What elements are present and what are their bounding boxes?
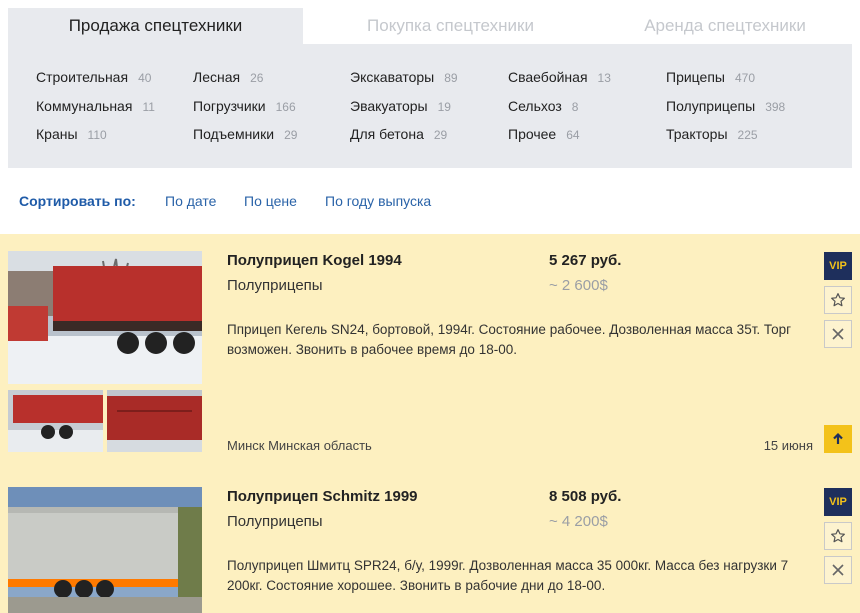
category-link[interactable]: Погрузчики 166 [193, 98, 296, 114]
listing-category: Полуприцепы [227, 277, 323, 294]
listing-description: Полуприцеп Шмитц SPR24, б/у, 1999г. Дозв… [227, 558, 789, 593]
category-count: 11 [142, 100, 155, 114]
listing-main-photo[interactable] [8, 487, 202, 613]
listing-item: Полуприцеп Kogel 1994 Полуприцепы 5 267 … [0, 234, 860, 470]
category-count: 225 [737, 128, 758, 142]
arrow-up-icon [833, 432, 843, 444]
category-name: Экскаваторы [350, 69, 435, 85]
favorite-button[interactable] [824, 286, 852, 314]
category-name: Строительная [36, 69, 129, 85]
tab-rent[interactable]: Аренда спецтехники [598, 8, 852, 44]
listing-price-usd: ~ 2 600$ [549, 277, 608, 294]
sort-label: Сортировать по: [19, 193, 136, 209]
listing-category: Полуприцепы [227, 513, 323, 530]
listing-item: Полуприцеп Schmitz 1999 Полуприцепы 8 50… [0, 470, 860, 613]
star-icon [831, 293, 845, 307]
category-name: Сваебойная [508, 69, 588, 85]
hide-button[interactable] [824, 556, 852, 584]
category-name: Лесная [193, 69, 241, 85]
listing-thumbnail[interactable] [8, 390, 103, 452]
category-link[interactable]: Прочее 64 [508, 126, 580, 142]
hide-button[interactable] [824, 320, 852, 348]
category-link[interactable]: Для бетона 29 [350, 126, 447, 142]
category-count: 166 [275, 100, 296, 114]
raise-button[interactable] [824, 425, 852, 453]
category-name: Подъемники [193, 126, 275, 142]
close-icon [832, 328, 844, 340]
sort-by-price-link[interactable]: По цене [244, 193, 297, 209]
category-count: 89 [444, 71, 458, 85]
sort-by-year-link[interactable]: По году выпуска [325, 193, 431, 209]
vip-badge[interactable]: VIP [824, 252, 852, 280]
category-count: 26 [250, 71, 264, 85]
category-name: Сельхоз [508, 98, 562, 114]
category-name: Прицепы [666, 69, 725, 85]
listing-title[interactable]: Полуприцеп Schmitz 1999 [227, 488, 418, 505]
category-count: 29 [433, 128, 448, 142]
category-tabs: Продажа спецтехники Покупка спецтехники … [8, 8, 852, 44]
category-count: 470 [734, 71, 755, 85]
category-count: 110 [87, 128, 107, 142]
category-count: 40 [138, 71, 152, 85]
listing-price-usd: ~ 4 200$ [549, 513, 608, 530]
listing-main-photo[interactable] [8, 251, 202, 384]
category-name: Погрузчики [193, 98, 266, 114]
category-link[interactable]: Краны 110 [36, 126, 107, 142]
close-icon [832, 564, 844, 576]
category-link[interactable]: Экскаваторы 89 [350, 69, 458, 85]
category-link[interactable]: Тракторы 225 [666, 126, 758, 142]
star-icon [831, 529, 845, 543]
category-panel: Строительная 40 Коммунальная 11 Краны 110 Л… [8, 44, 852, 168]
favorite-button[interactable] [824, 522, 852, 550]
category-name: Прочее [508, 126, 557, 142]
category-count: 8 [571, 100, 579, 114]
category-link[interactable]: Коммунальная 11 [36, 98, 155, 114]
listing-price: 8 508 руб. [549, 488, 622, 505]
category-link[interactable]: Лесная 26 [193, 69, 263, 85]
vip-badge[interactable]: VIP [824, 488, 852, 516]
category-link[interactable]: Прицепы 470 [666, 69, 755, 85]
category-name: Полуприцепы [666, 98, 756, 114]
category-count: 64 [566, 128, 580, 142]
sort-by-date-link[interactable]: По дате [165, 193, 216, 209]
category-link[interactable]: Полуприцепы 398 [666, 98, 785, 114]
category-link[interactable]: Строительная 40 [36, 69, 151, 85]
category-name: Коммунальная [36, 98, 133, 114]
listing-date: 15 июня [763, 438, 813, 453]
category-name: Эвакуаторы [350, 98, 428, 114]
listing-title[interactable]: Полуприцеп Kogel 1994 [227, 252, 402, 269]
category-link[interactable]: Эвакуаторы 19 [350, 98, 451, 114]
category-link[interactable]: Сельхоз 8 [508, 98, 578, 114]
listing-description: Пприцеп Кегель SN24, бортовой, 1994г. Со… [227, 322, 792, 357]
category-count: 398 [765, 100, 786, 114]
tab-sale[interactable]: Продажа спецтехники [8, 8, 303, 44]
category-name: Тракторы [666, 126, 728, 142]
listing-thumbnail[interactable] [107, 390, 202, 452]
tab-buy[interactable]: Покупка спецтехники [303, 8, 598, 44]
category-count: 19 [437, 100, 451, 114]
listing-price: 5 267 руб. [549, 252, 622, 269]
category-name: Для бетона [350, 126, 424, 142]
category-name: Краны [36, 126, 78, 142]
listing-location: Минск Минская область [227, 438, 372, 453]
category-count: 29 [284, 128, 298, 142]
category-link[interactable]: Сваебойная 13 [508, 69, 611, 85]
category-count: 13 [597, 71, 611, 85]
category-link[interactable]: Подъемники 29 [193, 126, 297, 142]
